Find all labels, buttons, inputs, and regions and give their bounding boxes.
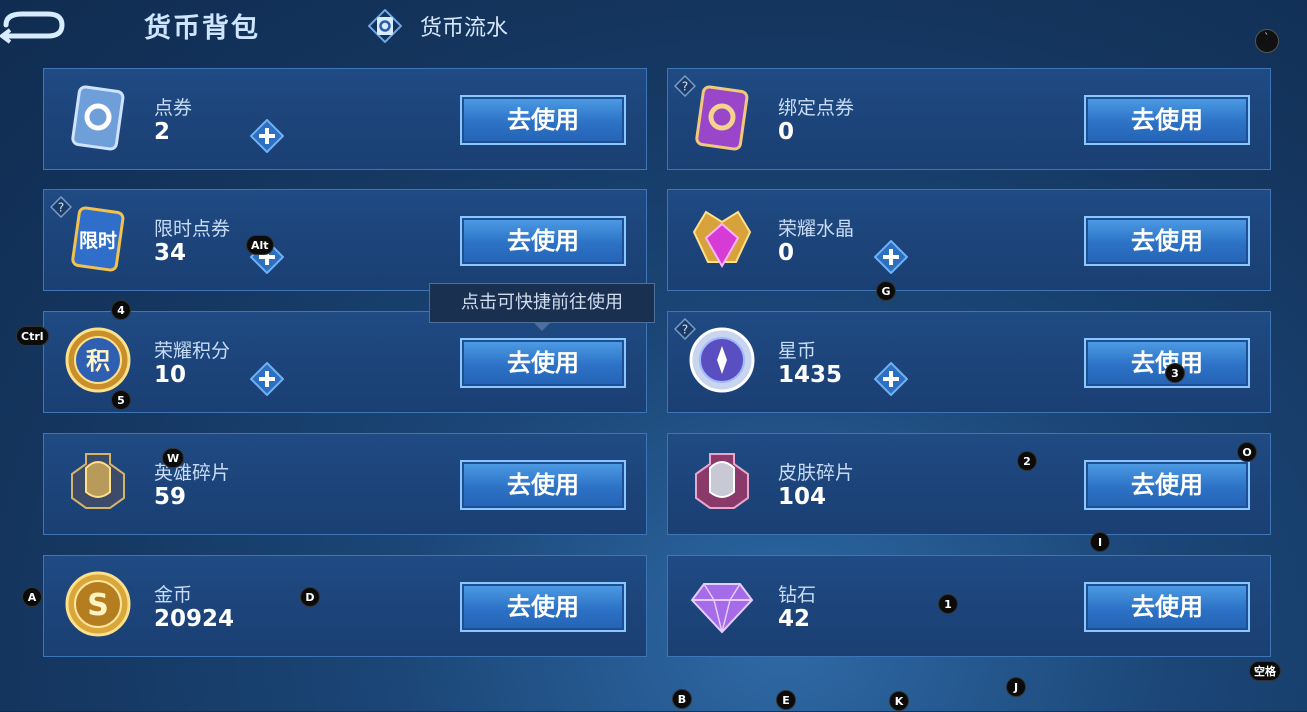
hotkey-badge-1: 1	[938, 594, 958, 614]
hero-shard-icon	[71, 453, 125, 509]
hotkey-badge-j: J	[1006, 677, 1026, 697]
hotkey-badge-space: 空格	[1249, 661, 1281, 681]
star-coin-icon	[689, 327, 755, 393]
currency-amount: 10	[154, 362, 187, 388]
currency-name: 绑定点券	[778, 97, 855, 119]
hotkey-badge-o: O	[1237, 442, 1257, 462]
hotkey-badge-a: A	[22, 587, 42, 607]
hotkey-badge-g: G	[876, 281, 896, 301]
currency-card-star-coin: ? 星币 1435 去使用	[667, 311, 1271, 413]
hotkey-badge-ctrl: Ctrl	[16, 326, 49, 346]
tab-currency-flow-label: 货币流水	[420, 16, 509, 41]
gold-coin-icon: S	[65, 571, 131, 637]
skin-shard-icon	[695, 453, 749, 509]
add-crystal-button[interactable]	[874, 240, 908, 274]
use-gold-button[interactable]: 去使用	[460, 582, 626, 632]
limited-coupon-icon: 限时	[71, 206, 125, 272]
coupon-icon	[71, 85, 125, 151]
currency-card-limited-coupon: ? 限时 限时点券 34 去使用	[43, 189, 647, 291]
diamond-icon	[690, 583, 754, 634]
add-points-button[interactable]	[250, 362, 284, 396]
currency-card-gold: S 金币 20924 去使用	[43, 555, 647, 657]
hotkey-badge-2: 2	[1017, 451, 1037, 471]
add-star-coin-button[interactable]	[874, 362, 908, 396]
use-star-coin-button[interactable]: 去使用	[1084, 338, 1250, 388]
currency-amount: 2	[154, 119, 171, 145]
hotkey-badge-w: W	[162, 448, 185, 468]
limited-badge-text: 限时	[79, 230, 117, 252]
use-coupon-button[interactable]: 去使用	[460, 95, 626, 145]
currency-amount: 34	[154, 240, 187, 266]
top-bar: 货币背包 货币流水	[0, 0, 1307, 58]
hotkey-badge-d: D	[300, 587, 320, 607]
currency-card-bound-coupon: ? 绑定点券 0 去使用	[667, 68, 1271, 170]
currency-amount: 42	[778, 606, 811, 632]
currency-card-hero-shard: 英雄碎片 59 去使用	[43, 433, 647, 535]
currency-name: 星币	[778, 340, 817, 362]
hotkey-badge-backtick: `	[1255, 29, 1279, 53]
hotkey-badge-i: I	[1090, 532, 1110, 552]
points-badge-text: 积	[86, 347, 110, 375]
currency-amount: 0	[778, 119, 795, 145]
currency-amount: 0	[778, 240, 795, 266]
hotkey-badge-4: 4	[111, 300, 131, 320]
use-diamond-button[interactable]: 去使用	[1084, 582, 1250, 632]
currency-flow-icon	[368, 9, 402, 43]
hotkey-label: `	[1264, 31, 1270, 44]
use-skin-shard-button[interactable]: 去使用	[1084, 460, 1250, 510]
currency-card-glory-crystal: 荣耀水晶 0 去使用	[667, 189, 1271, 291]
currency-amount: 1435	[778, 362, 843, 388]
hotkey-badge-3: 3	[1165, 363, 1185, 383]
currency-name: 荣耀水晶	[778, 218, 855, 240]
currency-name: 皮肤碎片	[778, 462, 855, 484]
bound-coupon-icon	[695, 85, 749, 151]
tab-currency-flow[interactable]: 货币流水	[368, 8, 508, 44]
tooltip-arrow	[533, 322, 551, 331]
currency-name: 钻石	[778, 584, 817, 606]
currency-name: 荣耀积分	[154, 340, 231, 362]
currency-name: 限时点券	[154, 218, 231, 240]
page-title: 货币背包	[144, 13, 260, 44]
hotkey-badge-e: E	[776, 690, 796, 710]
currency-card-skin-shard: 皮肤碎片 104 去使用	[667, 433, 1271, 535]
add-coupon-button[interactable]	[250, 119, 284, 153]
crystal-icon	[692, 210, 752, 269]
currency-amount: 20924	[154, 606, 235, 632]
hotkey-badge-b: B	[672, 689, 692, 709]
currency-amount: 104	[778, 484, 827, 510]
currency-name: 点券	[154, 97, 193, 119]
currency-name: 金币	[154, 584, 193, 606]
currency-card-coupon: 点券 2 去使用	[43, 68, 647, 170]
use-limited-coupon-button[interactable]: 去使用	[460, 216, 626, 266]
back-button[interactable]	[0, 6, 66, 44]
currency-card-glory-points: 积 荣耀积分 10 去使用	[43, 311, 647, 413]
use-crystal-button[interactable]: 去使用	[1084, 216, 1250, 266]
hotkey-badge-alt: Alt	[246, 235, 274, 255]
hotkey-badge-k: K	[889, 691, 909, 711]
use-bound-coupon-button[interactable]: 去使用	[1084, 95, 1250, 145]
currency-card-diamond: 钻石 42 去使用	[667, 555, 1271, 657]
currency-amount: 59	[154, 484, 187, 510]
use-points-button[interactable]: 去使用	[460, 338, 626, 388]
gold-badge-text: S	[87, 588, 109, 623]
hotkey-badge-5: 5	[111, 390, 131, 410]
use-hero-shard-button[interactable]: 去使用	[460, 460, 626, 510]
glory-points-icon: 积	[65, 327, 131, 393]
use-tooltip: 点击可快捷前往使用	[429, 283, 655, 323]
